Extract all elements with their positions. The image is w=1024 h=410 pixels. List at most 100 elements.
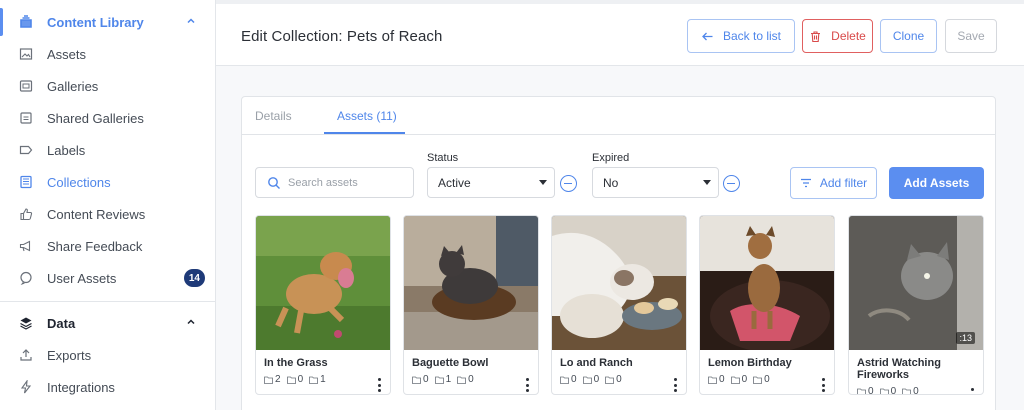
back-to-list-button[interactable]: Back to list [687, 19, 795, 53]
asset-tile[interactable]: In the Grass 2 0 1 [255, 215, 391, 395]
asset-name: Baguette Bowl [412, 357, 489, 369]
folder-icon [434, 376, 444, 384]
more-options-icon[interactable] [670, 378, 680, 392]
sidebar-item-user-assets[interactable]: User Assets 14 [0, 262, 215, 294]
asset-count: 0 [741, 374, 748, 385]
clone-label: Clone [892, 29, 925, 43]
image-icon [18, 46, 34, 62]
tab-assets[interactable]: Assets (11) [337, 109, 397, 123]
sidebar-item-content-reviews[interactable]: Content Reviews [0, 198, 215, 230]
asset-count: 0 [616, 374, 622, 385]
sidebar-item-collections[interactable]: Collections [0, 166, 215, 198]
sidebar-item-label: Share Feedback [47, 238, 143, 254]
asset-count: 0 [593, 374, 600, 385]
asset-tile[interactable]: :13 Astrid Watching Fireworks 0 0 0 [848, 215, 984, 395]
asset-name: In the Grass [264, 357, 328, 369]
sidebar-item-label: Shared Galleries [47, 110, 144, 126]
sidebar-item-assets[interactable]: Assets [0, 38, 215, 70]
delete-label: Delete [831, 29, 866, 43]
upload-icon [18, 347, 34, 363]
more-options-icon[interactable] [818, 378, 828, 392]
add-filter-button[interactable]: Add filter [790, 167, 877, 199]
count-badge: 14 [183, 269, 205, 287]
sidebar-section-content-library[interactable]: Content Library [0, 6, 215, 38]
sidebar-item-shared-galleries[interactable]: Shared Galleries [0, 102, 215, 134]
asset-count: 0 [764, 374, 770, 385]
sidebar-section-label: Content Library [47, 14, 144, 30]
trash-icon [811, 30, 821, 42]
chat-icon [18, 270, 34, 286]
more-options-icon[interactable] [522, 378, 532, 392]
arrow-left-icon [702, 32, 713, 40]
folder-icon [857, 388, 866, 394]
collection-icon [18, 174, 34, 190]
asset-counts: 0 0 0 [560, 374, 628, 385]
tab-details[interactable]: Details [255, 109, 292, 123]
remove-status-filter-button[interactable] [560, 175, 577, 192]
search-icon [268, 176, 280, 189]
status-select[interactable]: Active [427, 167, 555, 198]
chevron-up-icon[interactable] [185, 316, 197, 328]
folder-icon [412, 376, 421, 384]
asset-thumbnail [849, 216, 983, 350]
page-title: Edit Collection: Pets of Reach [241, 28, 443, 45]
asset-name: Lo and Ranch [560, 357, 633, 369]
clone-button[interactable]: Clone [880, 19, 937, 53]
collection-editor-card: Details Assets (11) Status Expired Activ… [241, 96, 996, 410]
folder-icon [582, 376, 592, 384]
sidebar: Content Library Assets Galleries Shared … [0, 0, 216, 410]
asset-name: Lemon Birthday [708, 357, 792, 369]
asset-count: 1 [320, 374, 326, 385]
sidebar-item-label: Content Reviews [47, 206, 146, 222]
sidebar-divider [0, 301, 215, 302]
asset-counts: 0 1 0 [412, 374, 480, 385]
asset-count: 0 [913, 386, 919, 395]
folder-icon [560, 376, 569, 384]
more-options-icon[interactable] [374, 378, 384, 392]
expired-filter-label: Expired [592, 152, 630, 164]
sidebar-section-label: Data [47, 315, 76, 331]
video-duration: :13 [956, 332, 975, 344]
asset-tile[interactable]: Lo and Ranch 0 0 0 [551, 215, 687, 395]
save-button[interactable]: Save [945, 19, 997, 53]
search-input[interactable] [288, 176, 408, 189]
sidebar-item-labels[interactable]: Labels [0, 134, 215, 166]
caret-down-icon [703, 180, 711, 185]
asset-count: 1 [445, 374, 452, 385]
asset-counts: 0 0 0 [708, 374, 776, 385]
delete-button[interactable]: Delete [802, 19, 873, 53]
sidebar-item-share-feedback[interactable]: Share Feedback [0, 230, 215, 262]
sidebar-item-galleries[interactable]: Galleries [0, 70, 215, 102]
page-header: Edit Collection: Pets of Reach Back to l… [216, 0, 1024, 66]
caret-down-icon [539, 180, 547, 185]
remove-expired-filter-button[interactable] [723, 175, 740, 192]
expired-select-value: No [603, 175, 619, 190]
layers-icon [18, 315, 34, 331]
folder-icon [286, 376, 296, 384]
more-options-icon[interactable] [967, 388, 977, 394]
search-box[interactable] [255, 167, 414, 198]
tab-bar: Details Assets (11) [242, 97, 995, 135]
add-assets-button[interactable]: Add Assets [889, 167, 984, 199]
asset-count: 0 [890, 386, 897, 395]
asset-thumbnail [256, 216, 390, 350]
active-tab-underline [324, 132, 405, 134]
sidebar-item-label: Integrations [47, 379, 115, 395]
sidebar-section-data[interactable]: Data [0, 307, 215, 339]
expired-select[interactable]: No [592, 167, 719, 198]
folder-icon [708, 376, 717, 384]
sidebar-item-exports[interactable]: Exports [0, 339, 215, 371]
asset-tile[interactable]: Lemon Birthday 0 0 0 [699, 215, 835, 395]
bolt-icon [18, 379, 34, 395]
sidebar-item-integrations[interactable]: Integrations [0, 371, 215, 403]
asset-thumbnail [404, 216, 538, 350]
chevron-up-icon[interactable] [185, 15, 197, 27]
asset-counts: 2 0 1 [264, 374, 332, 385]
sidebar-item-label: Galleries [47, 78, 99, 94]
asset-count: 2 [275, 374, 281, 385]
asset-thumbnail [552, 216, 686, 350]
asset-counts: 0 0 0 [857, 386, 925, 395]
gallery-icon [18, 78, 34, 94]
folder-icon [902, 388, 912, 394]
asset-tile[interactable]: Baguette Bowl 0 1 0 [403, 215, 539, 395]
